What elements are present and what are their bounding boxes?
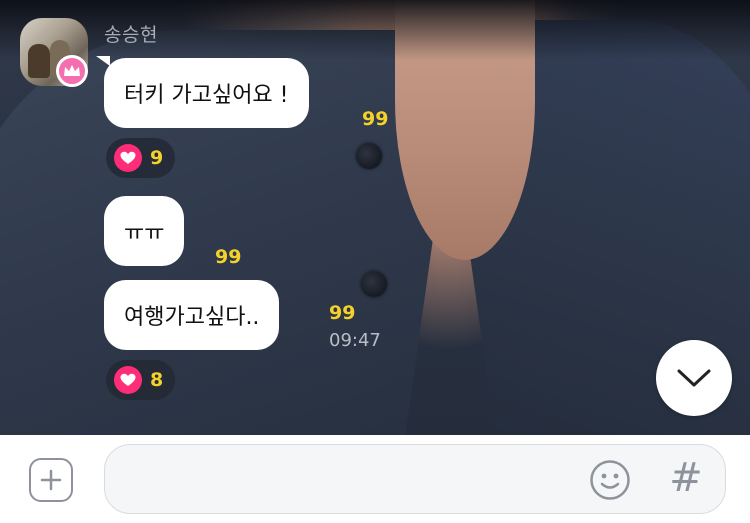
message-composer: #	[0, 435, 750, 523]
reaction-chip[interactable]: 8	[106, 360, 176, 400]
heart-icon	[114, 366, 142, 394]
message-bubble[interactable]: 터키 가고싶어요 !	[104, 58, 309, 128]
reaction-count: 9	[150, 147, 164, 169]
reaction-count: 8	[150, 369, 164, 391]
message-bubble[interactable]: 여행가고싶다..	[104, 280, 280, 350]
chevron-down-icon	[677, 369, 711, 387]
emoji-button[interactable]	[588, 458, 632, 502]
hashtag-button[interactable]: #	[664, 453, 708, 503]
plus-icon	[40, 469, 62, 491]
read-count: 99	[329, 302, 356, 324]
add-attachment-button[interactable]	[29, 458, 73, 502]
smiley-icon	[590, 460, 630, 500]
background-photo-button	[356, 143, 382, 169]
message-text: ㅠㅠ	[124, 221, 165, 246]
scroll-to-bottom-button[interactable]	[656, 340, 732, 416]
avatar-photo-figure	[28, 44, 50, 78]
sender-name: 송승현	[104, 24, 158, 46]
message-bubble[interactable]: ㅠㅠ	[104, 196, 185, 266]
message-text: 터키 가고싶어요 !	[124, 83, 289, 108]
read-count: 99	[215, 246, 242, 268]
message-input[interactable]	[104, 444, 726, 514]
crown-icon	[56, 55, 88, 87]
heart-icon	[114, 144, 142, 172]
message-text: 여행가고싶다..	[124, 305, 260, 330]
bubble-tail	[96, 56, 110, 66]
reaction-chip[interactable]: 9	[106, 138, 176, 178]
read-count: 99	[362, 108, 389, 130]
message-time: 09:47	[329, 330, 381, 351]
background-photo-button	[361, 271, 387, 297]
